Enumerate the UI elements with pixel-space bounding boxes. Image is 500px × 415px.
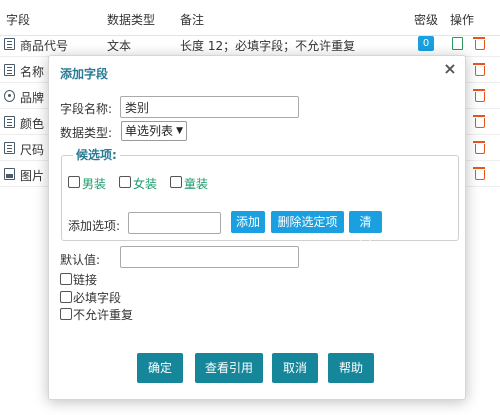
field-name-input[interactable] [120, 96, 299, 118]
option-checkbox-male[interactable] [68, 176, 80, 188]
header-type: 数据类型 [107, 13, 156, 27]
option-checkbox-kids[interactable] [170, 176, 182, 188]
default-value-input[interactable] [120, 246, 299, 268]
table-row[interactable]: 商品代号 文本 长度 12；必填字段；不允许重复 0 [0, 31, 500, 57]
delete-icon[interactable] [473, 141, 485, 154]
text-field-icon [4, 142, 15, 154]
unique-checkbox-label: 不允许重复 [73, 308, 134, 322]
add-option-button[interactable]: 添加 [231, 211, 265, 233]
row-field: 颜色 [20, 117, 45, 131]
text-field-icon [4, 116, 15, 128]
header-note: 备注 [180, 13, 205, 27]
row-field: 名称 [20, 65, 45, 79]
delete-selected-button[interactable]: 删除选定项 [271, 211, 344, 233]
delete-icon[interactable] [473, 167, 485, 180]
add-field-dialog: 添加字段 × 字段名称: 数据类型: 单选列表 ▼ 候选项: 男装 女装 童装 … [48, 55, 466, 400]
level-badge: 0 [418, 36, 434, 51]
header-actions: 操作 [450, 13, 475, 27]
delete-icon[interactable] [473, 37, 485, 50]
required-checkbox[interactable] [60, 291, 72, 303]
close-icon[interactable]: × [442, 60, 458, 78]
text-field-icon [4, 64, 15, 76]
row-field: 品牌 [20, 91, 45, 105]
delete-icon[interactable] [473, 89, 485, 102]
clear-options-button[interactable]: 清空 [349, 211, 382, 251]
add-option-label: 添加选项: [68, 219, 121, 233]
option-label-male: 男装 [82, 177, 107, 191]
required-checkbox-label: 必填字段 [73, 291, 122, 305]
default-value-label: 默认值: [60, 253, 101, 267]
row-field: 商品代号 [20, 39, 69, 53]
unique-checkbox[interactable] [60, 308, 72, 320]
option-checkbox-female[interactable] [119, 176, 131, 188]
row-type: 文本 [107, 39, 132, 53]
link-checkbox[interactable] [60, 273, 72, 285]
data-type-label: 数据类型: [60, 126, 113, 140]
data-type-value: 单选列表 [125, 124, 174, 138]
header-level: 密级 [414, 13, 439, 27]
data-type-select[interactable]: 单选列表 ▼ [121, 121, 187, 141]
header-field: 字段 [6, 13, 31, 27]
add-option-input[interactable] [128, 212, 221, 234]
row-field: 图片 [20, 169, 45, 183]
row-note: 长度 12；必填字段；不允许重复 [180, 39, 356, 53]
options-legend: 候选项: [73, 146, 120, 163]
edit-icon[interactable] [452, 37, 463, 50]
cancel-button[interactable]: 取消 [272, 353, 318, 383]
text-field-icon [4, 38, 15, 50]
dialog-title: 添加字段 [60, 67, 109, 81]
image-field-icon [4, 168, 15, 180]
option-label-female: 女装 [133, 177, 158, 191]
chevron-down-icon: ▼ [176, 126, 183, 136]
ok-button[interactable]: 确定 [137, 353, 183, 383]
field-name-label: 字段名称: [60, 102, 113, 116]
link-checkbox-label: 链接 [73, 273, 98, 287]
option-label-kids: 童装 [184, 177, 209, 191]
help-button[interactable]: 帮助 [328, 353, 374, 383]
delete-icon[interactable] [473, 115, 485, 128]
radio-field-icon [4, 90, 15, 102]
row-field: 尺码 [20, 143, 45, 157]
view-references-button[interactable]: 查看引用 [195, 353, 263, 383]
delete-icon[interactable] [473, 63, 485, 76]
